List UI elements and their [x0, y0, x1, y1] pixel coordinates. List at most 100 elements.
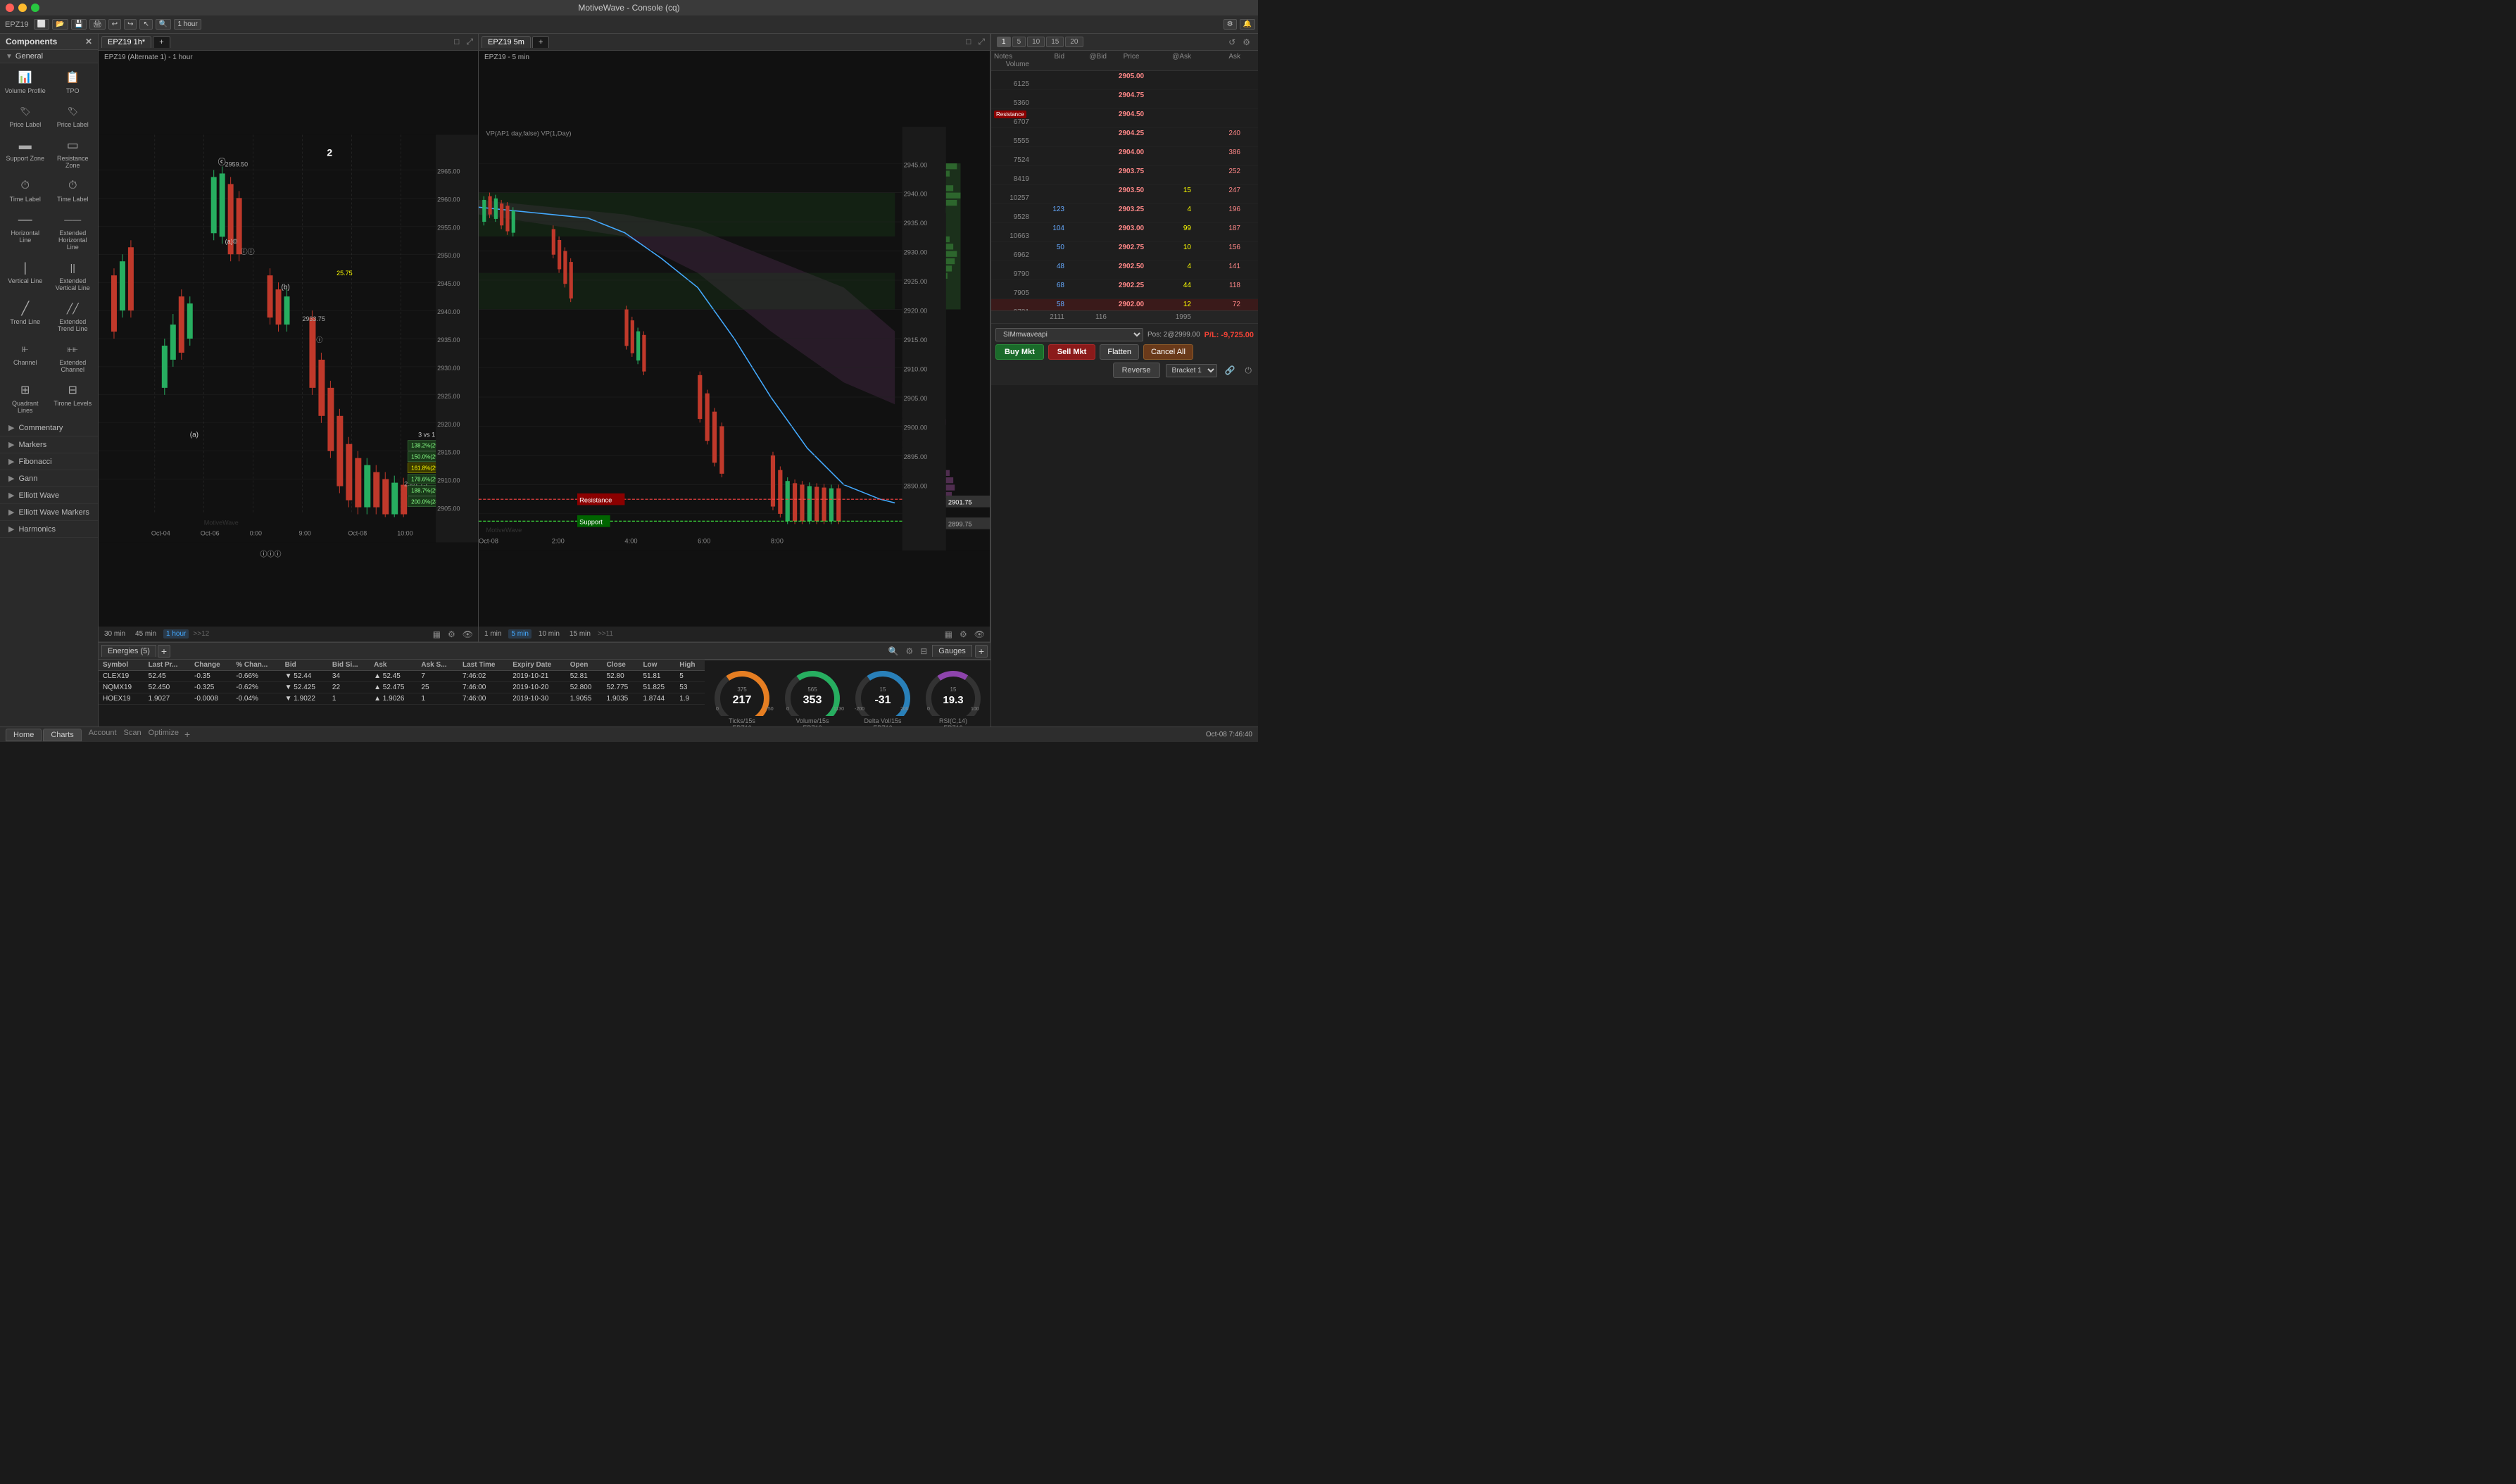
ob-row[interactable]: 50 2902.75 10 156 6962	[991, 242, 1258, 261]
toolbar-zoom[interactable]: 🔍	[156, 19, 171, 30]
tab-gauges[interactable]: Gauges	[932, 645, 972, 657]
ob-settings-icon[interactable]: ⚙	[1240, 37, 1252, 47]
tf-more-left[interactable]: >>12	[193, 630, 209, 638]
sidebar-item-elliott-wave-markers[interactable]: ▶ Elliott Wave Markers	[0, 504, 98, 521]
tf-1hour-left[interactable]: 1 hour	[163, 629, 189, 639]
toolbar-open[interactable]: 📂	[52, 19, 68, 30]
tf-10min-right[interactable]: 10 min	[536, 629, 562, 639]
maximize-button[interactable]	[31, 4, 39, 12]
size-btn-15[interactable]: 15	[1046, 37, 1064, 47]
tool-volume-profile[interactable]: 📊 Volume Profile	[3, 66, 48, 97]
bracket-link-icon[interactable]: 🔗	[1223, 365, 1238, 375]
minimize-button[interactable]	[18, 4, 27, 12]
flatten-button[interactable]: Flatten	[1100, 344, 1139, 360]
chart-right-eye-icon[interactable]: 👁	[972, 629, 987, 639]
chart-right-bar-type[interactable]: ▦	[943, 629, 955, 639]
bottom-search-icon[interactable]: 🔍	[886, 646, 901, 656]
toolbar-save[interactable]: 💾	[71, 19, 87, 30]
table-row[interactable]: NQMX19 52.450 -0.325 -0.62% ▼ 52.425 22 …	[99, 682, 705, 693]
tool-time-label-2[interactable]: ⏱ Time Label	[51, 175, 96, 206]
tool-extended-horizontal-line[interactable]: —— Extended Horizontal Line	[51, 208, 96, 253]
sidebar-close-icon[interactable]: ✕	[85, 37, 92, 46]
close-button[interactable]	[6, 4, 14, 12]
size-btn-1[interactable]: 1	[997, 37, 1011, 47]
nav-account[interactable]: Account	[89, 729, 117, 741]
tab-energies[interactable]: Energies (5)	[101, 645, 156, 657]
ob-row[interactable]: 2904.00 386 7524	[991, 147, 1258, 166]
tool-price-label-1[interactable]: 🏷 Price Label	[3, 100, 48, 131]
chart-left-eye-icon[interactable]: 👁	[460, 629, 475, 639]
chart-left-bar-type[interactable]: ▦	[431, 629, 443, 639]
add-gauges-tab[interactable]: +	[975, 645, 988, 658]
chart-right-minimize-icon[interactable]: □	[964, 37, 973, 47]
table-row[interactable]: HOEX19 1.9027 -0.0008 -0.04% ▼ 1.9022 1 …	[99, 693, 705, 705]
tool-horizontal-line[interactable]: — Horizontal Line	[3, 208, 48, 253]
tool-extended-trend-line[interactable]: ╱╱ Extended Trend Line	[51, 297, 96, 335]
tf-15min-right[interactable]: 15 min	[567, 629, 593, 639]
tool-support-zone[interactable]: ▬ Support Zone	[3, 134, 48, 172]
bracket-select[interactable]: Bracket 1	[1166, 364, 1217, 377]
tf-5min-right[interactable]: 5 min	[508, 629, 531, 639]
sidebar-item-harmonics[interactable]: ▶ Harmonics	[0, 521, 98, 538]
tab-home[interactable]: Home	[6, 729, 42, 741]
ob-scroll[interactable]: 2905.00 6125 2904.75 5360 Resistance 290…	[991, 71, 1258, 310]
ob-row[interactable]: 123 2903.25 4 196 9528	[991, 204, 1258, 223]
chart-right-settings-icon[interactable]: ⚙	[957, 629, 969, 639]
tf-30min-left[interactable]: 30 min	[101, 629, 128, 639]
tab-new-chart-left[interactable]: +	[153, 36, 170, 48]
table-row[interactable]: CLEX19 52.45 -0.35 -0.66% ▼ 52.44 34 ▲ 5…	[99, 671, 705, 682]
tf-45min-left[interactable]: 45 min	[132, 629, 159, 639]
account-select[interactable]: SIMmwaveapi	[995, 328, 1143, 341]
tool-price-label-2[interactable]: 🏷 Price Label	[51, 100, 96, 131]
tool-channel[interactable]: ⫦ Channel	[3, 338, 48, 376]
sidebar-item-elliott-wave[interactable]: ▶ Elliott Wave	[0, 487, 98, 504]
bottom-settings-icon[interactable]: ⚙	[903, 646, 915, 656]
cancel-all-button[interactable]: Cancel All	[1143, 344, 1193, 360]
ob-row[interactable]: 58 2902.00 12 72 9781	[991, 299, 1258, 310]
toolbar-cursor[interactable]: ↖	[139, 19, 152, 30]
ob-row[interactable]: 2904.25 240 5555	[991, 128, 1258, 147]
sell-mkt-button[interactable]: Sell Mkt	[1048, 344, 1096, 360]
add-bottom-tab[interactable]: +	[158, 645, 170, 658]
ob-row[interactable]: 68 2902.25 44 118 7905	[991, 280, 1258, 299]
sidebar-item-markers[interactable]: ▶ Markers	[0, 436, 98, 453]
sidebar-item-gann[interactable]: ▶ Gann	[0, 470, 98, 487]
ob-refresh-icon[interactable]: ↺	[1226, 37, 1238, 47]
toolbar-print[interactable]: 🖨	[89, 19, 106, 30]
tf-1min-right[interactable]: 1 min	[482, 629, 504, 639]
tool-resistance-zone[interactable]: ▭ Resistance Zone	[51, 134, 96, 172]
sidebar-item-fibonacci[interactable]: ▶ Fibonacci	[0, 453, 98, 470]
tf-more-right[interactable]: >>11	[598, 630, 613, 638]
tool-vertical-line[interactable]: | Vertical Line	[3, 256, 48, 294]
ob-row[interactable]: 2905.00 6125	[991, 71, 1258, 90]
nav-optimize[interactable]: Optimize	[149, 729, 179, 741]
tool-quadrant-lines[interactable]: ⊞ Quadrant Lines	[3, 379, 48, 417]
ob-row[interactable]: 104 2903.00 99 187 10663	[991, 223, 1258, 242]
buy-mkt-button[interactable]: Buy Mkt	[995, 344, 1044, 360]
tab-epz19-1h[interactable]: EPZ19 1h*	[101, 36, 151, 48]
toolbar-alerts[interactable]: 🔔	[1240, 19, 1255, 30]
ob-row[interactable]: 2903.75 252 8419	[991, 166, 1258, 185]
tool-extended-channel[interactable]: ⫦⫦ Extended Channel	[51, 338, 96, 376]
toolbar-settings[interactable]: ⚙	[1224, 19, 1237, 30]
tab-epz19-5m[interactable]: EPZ19 5m	[482, 36, 531, 48]
sidebar-section-general[interactable]: ▼ General	[0, 50, 98, 63]
bottom-filter-icon[interactable]: ⊟	[918, 646, 929, 656]
chart-left-expand-icon[interactable]: ⤢	[464, 37, 475, 47]
reverse-button[interactable]: Reverse	[1113, 363, 1160, 378]
toolbar-new[interactable]: ⬜	[34, 19, 49, 30]
tab-new-chart-right[interactable]: +	[532, 36, 549, 48]
sidebar-item-commentary[interactable]: ▶ Commentary	[0, 420, 98, 436]
tool-trend-line[interactable]: ╱ Trend Line	[3, 297, 48, 335]
tool-time-label-1[interactable]: ⏱ Time Label	[3, 175, 48, 206]
toolbar-redo[interactable]: ↪	[124, 19, 137, 30]
tool-tpo[interactable]: 📋 TPO	[51, 66, 96, 97]
chart-left-minimize-icon[interactable]: □	[452, 37, 461, 47]
ob-row[interactable]: 48 2902.50 4 141 9790	[991, 261, 1258, 280]
ob-row[interactable]: Resistance 2904.50 6707	[991, 109, 1258, 128]
nav-scan[interactable]: Scan	[124, 729, 141, 741]
chart-right-expand-icon[interactable]: ⤢	[976, 37, 987, 47]
size-btn-10[interactable]: 10	[1027, 37, 1045, 47]
size-btn-5[interactable]: 5	[1012, 37, 1026, 47]
size-btn-20[interactable]: 20	[1065, 37, 1083, 47]
